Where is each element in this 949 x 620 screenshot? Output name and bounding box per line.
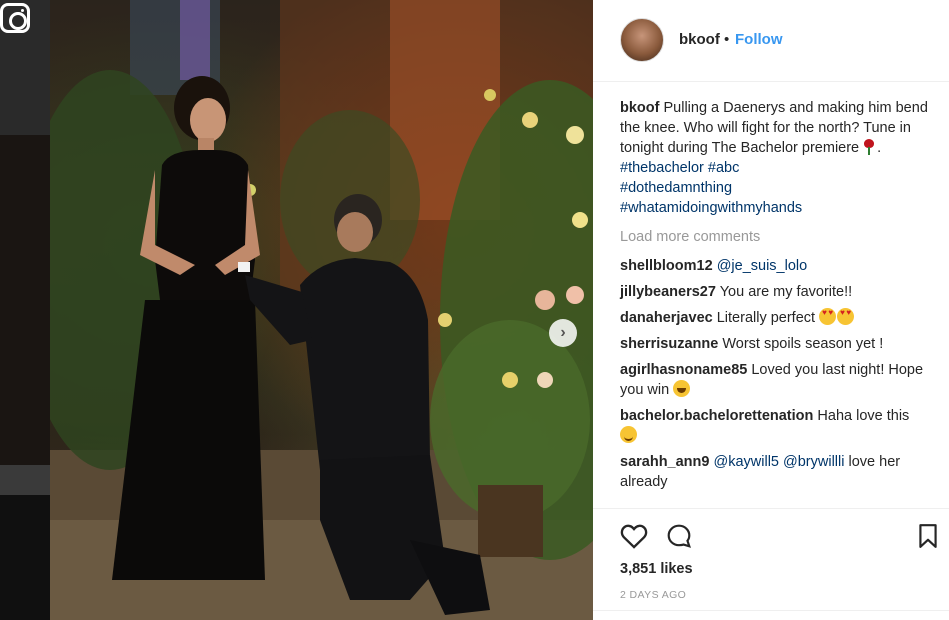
comment-username[interactable]: bachelor.bachelorettenation — [620, 408, 813, 424]
comment-row: shellbloom12 @je_suis_lolo — [620, 256, 938, 276]
comment-row: bachelor.bachelorettenation Haha love th… — [620, 406, 938, 446]
post-actions: 3,851 likes 2 DAYS AGO — [593, 508, 949, 620]
heart-icon[interactable] — [620, 523, 648, 549]
author-username[interactable]: bkoof — [679, 31, 720, 48]
mention-link[interactable]: @je_suis_lolo — [717, 258, 808, 274]
comment-text: Worst spoils season yet ! — [722, 336, 884, 352]
post-sidebar: bkoof • Follow bkoof Pulling a Daenerys … — [593, 0, 949, 620]
rose-emoji-icon — [863, 139, 875, 155]
hashtag-link[interactable]: #abc — [708, 160, 739, 176]
comment-text: You are my favorite!! — [719, 284, 853, 300]
chevron-right-icon: › — [560, 324, 566, 341]
hashtag-link[interactable]: #dothedamnthing — [620, 180, 732, 196]
hashtag-link[interactable]: #whatamidoingwithmyhands — [620, 200, 802, 216]
background-panel — [0, 135, 50, 465]
comment-row: agirlhasnoname85 Loved you last night! H… — [620, 360, 938, 400]
comment-username[interactable]: sherrisuzanne — [620, 336, 718, 352]
caption-text: Pulling a Daenerys and making him bend t… — [620, 100, 928, 156]
hashtag-link[interactable]: #thebachelor — [620, 160, 704, 176]
bookmark-icon[interactable] — [918, 523, 938, 549]
instagram-logo-icon[interactable] — [0, 3, 30, 33]
background-strip — [0, 0, 50, 620]
background-panel — [0, 465, 50, 495]
comment-text: Haha love this — [817, 408, 910, 424]
comment-row: sherrisuzanne Worst spoils season yet ! — [620, 334, 938, 354]
caption-username[interactable]: bkoof — [620, 100, 659, 116]
next-photo-button[interactable]: › — [549, 319, 577, 347]
comment-username[interactable]: shellbloom12 — [620, 258, 713, 274]
comment-username[interactable]: danaherjavec — [620, 310, 713, 326]
comments-list: bkoof Pulling a Daenerys and making him … — [620, 98, 938, 498]
post-timestamp: 2 DAYS AGO — [620, 589, 687, 601]
post-header: bkoof • Follow — [593, 0, 949, 82]
smile-emoji-icon — [620, 426, 637, 443]
post-photo[interactable] — [50, 0, 593, 620]
post-photo-illustration — [50, 0, 593, 620]
mention-link[interactable]: @kaywill5 — [714, 454, 779, 470]
comment-username[interactable]: jillybeaners27 — [620, 284, 716, 300]
comment-text: Literally perfect — [716, 310, 816, 326]
comment-bubble-icon[interactable] — [666, 523, 692, 549]
heart-eyes-emoji-icon — [819, 308, 837, 325]
separator-dot: • — [724, 31, 730, 48]
comment-username[interactable]: sarahh_ann9 — [620, 454, 709, 470]
load-more-comments-link[interactable]: Load more comments — [620, 227, 938, 247]
comment-row: sarahh_ann9 @kaywill5 @brywillli love he… — [620, 452, 938, 492]
likes-count[interactable]: 3,851 likes — [620, 561, 693, 577]
avatar[interactable] — [620, 18, 664, 62]
caption: bkoof Pulling a Daenerys and making him … — [620, 100, 928, 216]
crying-emoji-icon — [673, 380, 691, 397]
comment-row: jillybeaners27 You are my favorite!! — [620, 282, 938, 302]
heart-eyes-emoji-icon — [837, 308, 855, 325]
divider — [593, 610, 949, 611]
follow-button[interactable]: Follow — [735, 31, 783, 48]
comment-username[interactable]: agirlhasnoname85 — [620, 362, 747, 378]
comment-row: danaherjavec Literally perfect — [620, 308, 938, 328]
mention-link[interactable]: @brywillli — [783, 454, 844, 470]
